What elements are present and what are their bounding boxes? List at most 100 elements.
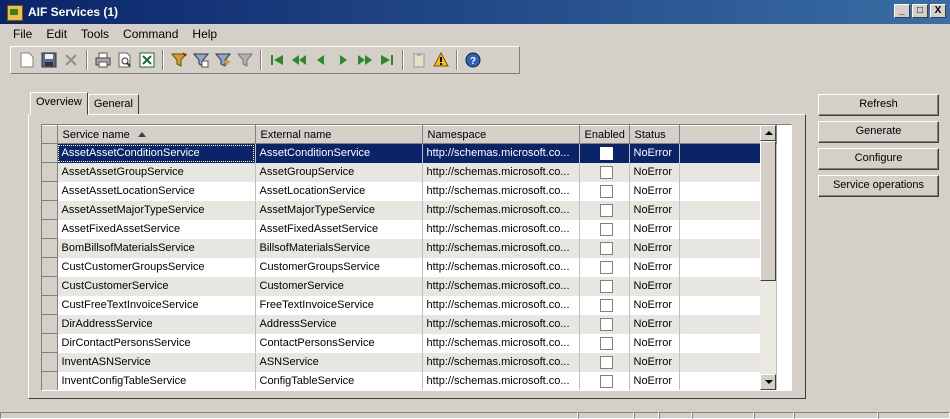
column-header-external-name[interactable]: External name [255,125,423,144]
cell-namespace[interactable]: http://schemas.microsoft.co... [422,200,580,220]
cell-service-name[interactable]: CustFreeTextInvoiceService [57,295,256,315]
export-excel-icon[interactable] [137,50,157,70]
row-selector[interactable] [42,181,58,201]
next-page-icon[interactable] [355,50,375,70]
cell-service-name[interactable]: DirContactPersonsService [57,333,256,353]
generate-button[interactable]: Generate [818,121,939,143]
enabled-checkbox[interactable] [599,222,613,236]
cell-namespace[interactable]: http://schemas.microsoft.co... [422,352,580,372]
enabled-checkbox[interactable] [599,336,613,350]
column-header-namespace[interactable]: Namespace [422,125,580,144]
cell-service-name[interactable]: AssetAssetLocationService [57,181,256,201]
minimize-button[interactable]: _ [894,4,910,18]
cell-external-name[interactable]: ContactPersonsService [255,333,423,353]
menu-edit[interactable]: Edit [39,27,74,41]
enabled-checkbox[interactable] [599,298,613,312]
table-row[interactable]: DirAddressService AddressService http://sc… [42,314,777,334]
enabled-checkbox[interactable] [599,355,613,369]
menu-file[interactable]: File [6,27,39,41]
row-selector[interactable] [42,295,58,315]
scroll-up-button[interactable] [760,125,776,141]
enabled-checkbox[interactable] [599,184,613,198]
cell-external-name[interactable]: CustomerService [255,276,423,296]
delete-icon[interactable] [61,50,81,70]
menu-command[interactable]: Command [116,27,185,41]
new-document-icon[interactable] [17,50,37,70]
table-row[interactable]: BomBillsofMaterialsService BillsofMateria… [42,238,777,258]
cell-external-name[interactable]: ASNService [255,352,423,372]
menu-help[interactable]: Help [185,27,224,41]
cell-namespace[interactable]: http://schemas.microsoft.co... [422,314,580,334]
row-selector[interactable] [42,200,58,220]
refresh-button[interactable]: Refresh [818,94,939,116]
table-row[interactable]: InventASNService ASNService http://schemas… [42,352,777,372]
table-row[interactable]: CustCustomerGroupsService CustomerGroupsS… [42,257,777,277]
column-header-service-name[interactable]: Service name [57,125,256,144]
first-record-icon[interactable] [267,50,287,70]
filter-by-selection-icon[interactable] [169,50,189,70]
cell-external-name[interactable]: BillsofMaterialsService [255,238,423,258]
column-header-status[interactable]: Status [629,125,680,144]
tab-general[interactable]: General [87,94,139,115]
cell-service-name[interactable]: AssetAssetMajorTypeService [57,200,256,220]
enabled-checkbox[interactable] [599,317,613,331]
cell-namespace[interactable]: http://schemas.microsoft.co... [422,162,580,182]
enabled-checkbox[interactable] [599,203,613,217]
cell-service-name[interactable]: CustCustomerGroupsService [57,257,256,277]
cell-service-name[interactable]: AssetFixedAssetService [57,219,256,239]
cell-namespace[interactable]: http://schemas.microsoft.co... [422,238,580,258]
table-row[interactable]: AssetFixedAssetService AssetFixedAssetSer… [42,219,777,239]
vertical-scrollbar[interactable] [760,125,776,390]
table-row[interactable]: InventConfigTableService ConfigTableServi… [42,371,777,390]
cell-namespace[interactable]: http://schemas.microsoft.co... [422,276,580,296]
row-selector[interactable] [42,219,58,239]
row-selector[interactable] [42,352,58,372]
menu-tools[interactable]: Tools [74,27,116,41]
table-row[interactable]: AssetAssetConditionService AssetCondition… [42,143,777,163]
cell-service-name[interactable]: InventASNService [57,352,256,372]
cell-external-name[interactable]: AddressService [255,314,423,334]
row-selector[interactable] [42,162,58,182]
table-row[interactable]: AssetAssetGroupService AssetGroupService h… [42,162,777,182]
previous-page-icon[interactable] [289,50,309,70]
enabled-checkbox[interactable] [599,165,613,179]
cell-external-name[interactable]: AssetGroupService [255,162,423,182]
enabled-checkbox[interactable] [599,146,613,160]
row-selector[interactable] [42,371,58,390]
cell-external-name[interactable]: AssetLocationService [255,181,423,201]
remove-filter-icon[interactable] [235,50,255,70]
last-record-icon[interactable] [377,50,397,70]
row-selector[interactable] [42,276,58,296]
row-selector[interactable] [42,257,58,277]
row-selector[interactable] [42,238,58,258]
row-selector[interactable] [42,314,58,334]
cell-external-name[interactable]: AssetConditionService [255,143,423,163]
save-icon[interactable] [39,50,59,70]
cell-service-name[interactable]: DirAddressService [57,314,256,334]
cell-service-name[interactable]: InventConfigTableService [57,371,256,390]
row-selector[interactable] [42,143,58,163]
table-row[interactable]: AssetAssetMajorTypeService AssetMajorType… [42,200,777,220]
cell-namespace[interactable]: http://schemas.microsoft.co... [422,257,580,277]
table-row[interactable]: CustFreeTextInvoiceService FreeTextInvoic… [42,295,777,315]
print-icon[interactable] [93,50,113,70]
cell-namespace[interactable]: http://schemas.microsoft.co... [422,219,580,239]
service-operations-button[interactable]: Service operations [818,175,939,197]
scroll-thumb[interactable] [760,141,776,281]
configure-button[interactable]: Configure [818,148,939,170]
row-selector[interactable] [42,333,58,353]
cell-external-name[interactable]: CustomerGroupsService [255,257,423,277]
cell-namespace[interactable]: http://schemas.microsoft.co... [422,371,580,390]
cell-namespace[interactable]: http://schemas.microsoft.co... [422,333,580,353]
table-row[interactable]: DirContactPersonsService ContactPersonsSe… [42,333,777,353]
column-header-enabled[interactable]: Enabled [579,125,630,144]
enabled-checkbox[interactable] [599,374,613,388]
cell-external-name[interactable]: FreeTextInvoiceService [255,295,423,315]
filter-by-grid-icon[interactable] [191,50,211,70]
tab-overview[interactable]: Overview [30,92,88,115]
cell-namespace[interactable]: http://schemas.microsoft.co... [422,143,580,163]
help-icon[interactable]: ? [463,50,483,70]
cell-external-name[interactable]: ConfigTableService [255,371,423,390]
document-handling-icon[interactable] [409,50,429,70]
cell-namespace[interactable]: http://schemas.microsoft.co... [422,295,580,315]
